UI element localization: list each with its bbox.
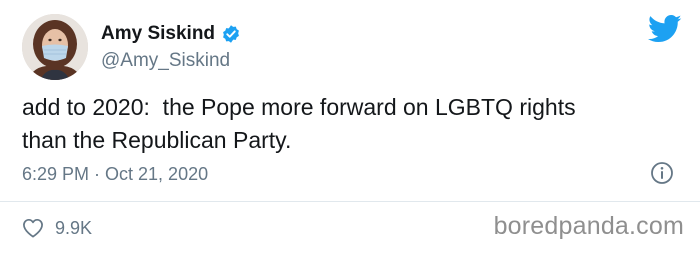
name-row: Amy Siskind: [101, 22, 241, 46]
heart-icon[interactable]: [22, 218, 44, 238]
like-count: 9.9K: [55, 217, 93, 238]
tweet-meta: 6:29 PM · Oct 21, 2020: [22, 160, 682, 188]
watermark: boredpanda.com: [493, 212, 684, 240]
info-icon[interactable]: [650, 161, 674, 185]
tweet-card: Amy Siskind @Amy_Siskind add to 2020: th…: [0, 0, 700, 253]
user-handle[interactable]: @Amy_Siskind: [101, 50, 241, 72]
tweet-header: Amy Siskind @Amy_Siskind: [22, 14, 241, 80]
twitter-bird-icon[interactable]: [647, 14, 682, 44]
tweet-text: add to 2020: the Pope more forward on LG…: [22, 94, 576, 153]
tweet-timestamp[interactable]: 6:29 PM · Oct 21, 2020: [22, 164, 208, 185]
tweet-actions: 9.9K: [22, 215, 92, 241]
user-info: Amy Siskind @Amy_Siskind: [101, 22, 241, 72]
display-name[interactable]: Amy Siskind: [101, 23, 215, 45]
avatar-image: [22, 14, 88, 80]
verified-badge-icon: [221, 24, 241, 44]
avatar[interactable]: [22, 14, 88, 80]
divider: [0, 201, 700, 202]
